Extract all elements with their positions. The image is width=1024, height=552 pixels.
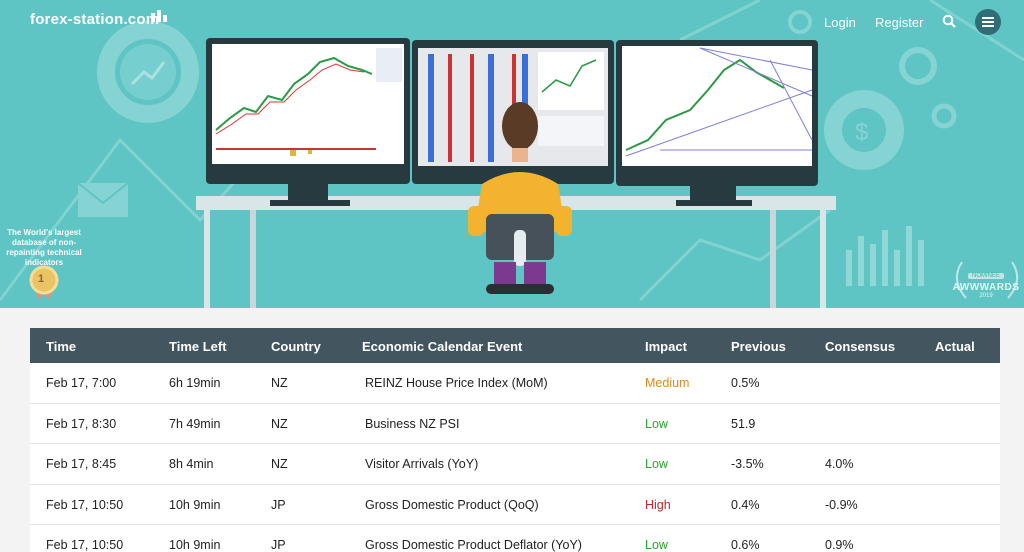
header-impact[interactable]: Impact: [645, 339, 687, 354]
table-row[interactable]: Feb 17, 8:45 8h 4min NZ Visitor Arrivals…: [30, 444, 1000, 485]
hero-banner: $ forex-station.com Login Register The W…: [0, 0, 1024, 308]
table-row[interactable]: Feb 17, 10:50 10h 9min JP Gross Domestic…: [30, 485, 1000, 525]
login-link[interactable]: Login: [824, 15, 856, 30]
cell-previous: 0.6%: [731, 538, 760, 552]
cell-consensus: 0.9%: [825, 538, 854, 552]
cell-country: NZ: [271, 376, 288, 390]
header-time[interactable]: Time: [46, 339, 76, 354]
cell-time-left: 10h 9min: [169, 538, 221, 552]
header-country[interactable]: Country: [271, 339, 321, 354]
cell-country: NZ: [271, 416, 288, 431]
header-time-left[interactable]: Time Left: [169, 339, 227, 354]
cell-impact: Low: [645, 416, 668, 431]
header-actual[interactable]: Actual: [935, 339, 975, 354]
table-header: Time Time Left Country Economic Calendar…: [30, 328, 1000, 363]
cell-impact: Medium: [645, 376, 690, 390]
rank-medal-number: 1: [38, 273, 45, 285]
cell-time-left: 10h 9min: [169, 497, 221, 512]
cell-event: Gross Domestic Product Deflator (YoY): [365, 538, 582, 552]
award-label: NOMINEE: [967, 273, 1004, 279]
table-row[interactable]: Feb 17, 10:50 10h 9min JP Gross Domestic…: [30, 525, 1000, 552]
cell-consensus: -0.9%: [825, 497, 858, 512]
header-event[interactable]: Economic Calendar Event: [362, 339, 522, 354]
cell-time-left: 6h 19min: [169, 376, 221, 390]
cell-previous: 51.9: [731, 416, 756, 431]
hamburger-icon: [982, 17, 994, 27]
search-icon[interactable]: [942, 14, 956, 28]
cell-time-left: 7h 49min: [169, 416, 221, 431]
candlestick-logo-icon: [151, 10, 167, 22]
cell-time: Feb 17, 7:00: [46, 376, 117, 390]
awwwards-badge: NOMINEE AWWWARDS 2019: [946, 264, 1024, 299]
cell-time-left: 8h 4min: [169, 457, 214, 471]
economic-calendar-table: Time Time Left Country Economic Calendar…: [30, 328, 1000, 552]
cell-time: Feb 17, 8:45: [46, 457, 117, 471]
cell-time: Feb 17, 8:30: [46, 416, 117, 431]
header-previous[interactable]: Previous: [731, 339, 786, 354]
cell-event: Gross Domestic Product (QoQ): [365, 497, 539, 512]
cell-event: REINZ House Price Index (MoM): [365, 376, 548, 390]
indicator-database-badge: The World's largest database of non-repa…: [6, 228, 82, 267]
cell-country: JP: [271, 497, 286, 512]
cell-previous: 0.4%: [731, 497, 760, 512]
site-logo[interactable]: forex-station.com: [30, 11, 159, 28]
menu-button[interactable]: [975, 9, 1001, 35]
table-row[interactable]: Feb 17, 8:30 7h 49min NZ Business NZ PSI…: [30, 404, 1000, 444]
cell-impact: Low: [645, 538, 668, 552]
cell-country: NZ: [271, 457, 288, 471]
award-year: 2019: [979, 293, 993, 299]
cell-event: Visitor Arrivals (YoY): [365, 457, 479, 471]
table-row[interactable]: Feb 17, 7:00 6h 19min NZ REINZ House Pri…: [30, 363, 1000, 404]
svg-text:$: $: [855, 119, 868, 146]
cell-impact: Low: [645, 457, 668, 471]
award-name: AWWWARDS: [952, 282, 1020, 293]
hero-illustration: $: [0, 0, 1024, 308]
cell-previous: -3.5%: [731, 457, 764, 471]
cell-impact: High: [645, 497, 671, 512]
cell-previous: 0.5%: [731, 376, 760, 390]
cell-time: Feb 17, 10:50: [46, 538, 124, 552]
cell-consensus: 4.0%: [825, 457, 854, 471]
cell-event: Business NZ PSI: [365, 416, 460, 431]
header-consensus[interactable]: Consensus: [825, 339, 895, 354]
register-link[interactable]: Register: [875, 15, 923, 30]
cell-time: Feb 17, 10:50: [46, 497, 124, 512]
cell-country: JP: [271, 538, 286, 552]
